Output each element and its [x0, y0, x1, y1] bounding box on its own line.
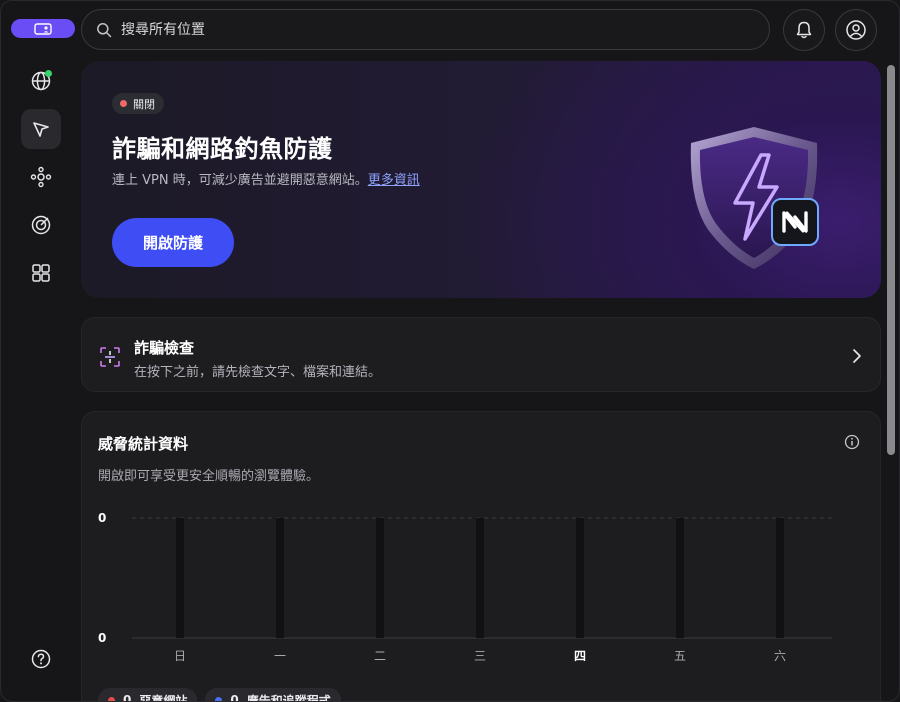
x-tick-label: 一 [274, 649, 286, 663]
x-tick-label: 二 [374, 649, 386, 663]
network-nodes-icon [30, 166, 52, 188]
legend-count: 0 [230, 693, 239, 702]
stats-description: 開啟即可享受更安全順暢的瀏覽體驗。 [98, 469, 320, 484]
bar-track [776, 518, 784, 638]
shield-cursor-icon [33, 122, 49, 137]
bar-track [676, 518, 684, 638]
weekly-threat-chart: 0 0 日 一 二 三 四 五 六 [98, 511, 832, 663]
hero-description-text: 連上 VPN 時，可減少廣告並避開惡意網站。 [112, 173, 368, 188]
status-off-dot [120, 100, 127, 107]
x-tick-label: 四 [574, 649, 586, 663]
x-tick-label: 三 [474, 649, 486, 663]
y-tick-label: 0 [98, 511, 106, 525]
legend-label: 廣告和追蹤程式 [246, 693, 331, 702]
chevron-right-icon [853, 349, 861, 363]
search-icon [97, 22, 112, 37]
search-bar[interactable] [81, 9, 770, 50]
search-input[interactable] [121, 21, 721, 38]
account-card-icon [34, 22, 52, 35]
legend-color-dot [215, 696, 223, 701]
learn-more-link[interactable]: 更多資訊 [368, 173, 420, 188]
help-question-icon [31, 649, 51, 669]
y-tick-label: 0 [98, 631, 106, 645]
sidebar-item-apps[interactable] [21, 253, 61, 293]
user-avatar-icon [846, 20, 866, 40]
chart-legend: 0 惡意網站 0 廣告和追蹤程式 [98, 688, 341, 702]
sidebar [1, 1, 81, 701]
legend-label: 惡意網站 [139, 693, 188, 702]
scam-check-title: 詐騙檢查 [134, 339, 195, 357]
enable-protection-button[interactable]: 開啟防護 [112, 218, 234, 267]
threat-stats-card: 威脅統計資料 開啟即可享受更安全順暢的瀏覽體驗。 0 0 日 一 二 三 四 五 六 0 惡意網站… [81, 411, 881, 702]
grid-apps-icon [32, 264, 50, 282]
profile-button[interactable] [835, 9, 877, 51]
bar-track [176, 518, 184, 638]
status-badge-label: 關閉 [133, 97, 155, 111]
sidebar-item-threat-protection[interactable] [21, 109, 61, 149]
help-button[interactable] [21, 639, 61, 679]
threat-protection-hero-card: 關閉 詐騙和網路釣魚防護 連上 VPN 時，可減少廣告並避開惡意網站。更多資訊 … [81, 61, 881, 298]
bar-track [276, 518, 284, 638]
x-tick-label: 五 [674, 649, 686, 663]
bar-track [476, 518, 484, 638]
connection-status-dot [45, 70, 52, 77]
x-tick-label: 日 [174, 649, 186, 663]
shield-lightning-illustration [690, 127, 819, 269]
sidebar-item-meshnet[interactable] [21, 157, 61, 197]
bar-track [576, 518, 584, 638]
legend-color-dot [108, 696, 115, 701]
legend-item: 0 廣告和追蹤程式 [205, 688, 341, 702]
bar-track [376, 518, 384, 638]
legend-item: 0 惡意網站 [98, 688, 198, 702]
sidebar-item-dark-web-monitor[interactable] [21, 205, 61, 245]
scan-check-icon [100, 347, 120, 367]
scam-check-description: 在按下之前，請先檢查文字、檔案和連結。 [134, 365, 382, 380]
stats-title: 威脅統計資料 [98, 435, 189, 453]
app-window: 關閉 詐騙和網路釣魚防護 連上 VPN 時，可減少廣告並避開惡意網站。更多資訊 … [0, 0, 900, 702]
scrollbar-thumb[interactable] [887, 65, 895, 455]
scam-check-card[interactable]: 詐騙檢查 在按下之前，請先檢查文字、檔案和連結。 [81, 317, 881, 392]
radar-icon [31, 215, 51, 235]
notifications-button[interactable] [783, 9, 825, 51]
sidebar-item-vpn[interactable] [21, 61, 61, 101]
info-icon[interactable] [844, 434, 860, 450]
page-title: 詐騙和網路釣魚防護 [112, 135, 333, 163]
x-tick-label: 六 [774, 649, 786, 663]
status-badge: 關閉 [112, 93, 164, 114]
legend-count: 0 [123, 693, 132, 702]
account-pill-button[interactable] [11, 19, 75, 38]
scrollbar[interactable] [887, 63, 895, 701]
bell-icon [796, 21, 812, 39]
hero-description: 連上 VPN 時，可減少廣告並避開惡意網站。更多資訊 [112, 169, 420, 188]
